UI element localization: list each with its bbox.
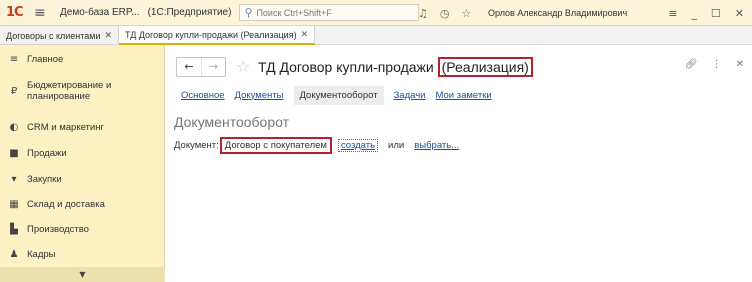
tab-contract-sale[interactable]: ТД Договор купли-продажи (Реализация) ✕ (119, 26, 316, 45)
favorite-star-icon[interactable]: ☆ (236, 57, 250, 77)
create-link[interactable]: создать (337, 138, 379, 152)
document-label: Документ: (174, 139, 219, 151)
document-type-value: Договор с покупателем (219, 136, 332, 154)
sidebar-item-purchases[interactable]: ▾ Закупки (0, 171, 165, 187)
1c-logo: 1С (6, 5, 24, 20)
minimize-icon[interactable]: _ (691, 7, 697, 20)
cart-icon: ▾ (11, 173, 17, 185)
forward-arrow-icon[interactable]: → (201, 58, 225, 76)
close-form-icon[interactable]: ✕ (736, 59, 744, 70)
history-icon[interactable]: ◷ (440, 7, 450, 20)
menu-lines-icon: ≡ (9, 53, 19, 65)
form-subnav: Основное Документы Документооборот Задач… (181, 85, 502, 105)
user-name[interactable]: Орлов Александр Владимирович (488, 0, 627, 26)
document-row: Документ: Договор с покупателем создать … (174, 136, 459, 154)
sidebar-item-warehouse[interactable]: ▦ Склад и доставка (0, 196, 165, 212)
factory-icon: ▙ (10, 223, 18, 235)
tab-label: Договоры с клиентами (6, 30, 101, 41)
sidebar-item-hr[interactable]: ♟ Кадры (0, 246, 165, 262)
link-icon[interactable]: 🔗︎ (685, 59, 698, 70)
subnav-documents[interactable]: Документы (235, 90, 284, 101)
or-text: или (388, 139, 405, 151)
choose-link[interactable]: выбрать... (414, 140, 459, 151)
page-title-highlight: (Реализация) (437, 57, 533, 77)
subnav-docflow[interactable]: Документооборот (293, 85, 384, 105)
search-input[interactable] (256, 7, 407, 18)
tab-contracts-with-clients[interactable]: Договоры с клиентами ✕ (0, 26, 120, 45)
app-subtitle: (1С:Предприятие) (147, 7, 232, 18)
close-tab-icon[interactable]: ✕ (105, 31, 113, 41)
budget-icon: ₽ (10, 85, 18, 97)
section-title: Документооборот (174, 114, 290, 130)
page-title: ТД Договор купли-продажи (Реализация) (258, 57, 533, 77)
close-window-icon[interactable]: ✕ (735, 7, 744, 20)
chevron-down-icon: ▼ (79, 270, 86, 279)
app-title: Демо-база ERP... (60, 7, 140, 18)
subnav-tasks[interactable]: Задачи (394, 90, 426, 101)
open-tabs-bar: Договоры с клиентами ✕ ТД Договор купли-… (0, 26, 752, 45)
sidebar-item-production[interactable]: ▙ Производство (0, 221, 165, 237)
tab-label: ТД Договор купли-продажи (Реализация) (125, 29, 297, 40)
sidebar-item-crm[interactable]: ◐ CRM и маркетинг (0, 119, 165, 135)
page-title-prefix: ТД Договор купли-продажи (258, 59, 434, 75)
close-tab-icon[interactable]: ✕ (301, 30, 309, 40)
hamburger-menu-icon[interactable]: ≡ (34, 5, 50, 21)
warehouse-icon: ▦ (9, 198, 19, 210)
maximize-icon[interactable]: ☐ (711, 7, 721, 20)
subnav-notes[interactable]: Мои заметки (435, 90, 491, 101)
person-icon: ♟ (9, 248, 19, 260)
bell-icon[interactable]: ♫ (418, 7, 428, 20)
subnav-main[interactable]: Основное (181, 90, 225, 101)
global-search[interactable]: ⚲ (239, 4, 420, 21)
bag-icon: ■ (9, 147, 19, 159)
history-navigation: ← → (176, 57, 226, 77)
more-options-icon[interactable]: ⋮ (712, 59, 722, 70)
sidebar: ≡ Главное ₽ Бюджетирование и планировани… (0, 45, 165, 282)
title-bar: 1С ≡ Демо-база ERP... (1С:Предприятие) ⚲… (0, 0, 752, 26)
document-form: ← → ☆ ТД Договор купли-продажи (Реализац… (166, 45, 752, 282)
favorites-star-icon[interactable]: ☆ (461, 7, 471, 20)
sidebar-item-sales[interactable]: ■ Продажи (0, 145, 165, 161)
sidebar-scroll-down[interactable]: ▼ (0, 267, 165, 282)
sidebar-item-main[interactable]: ≡ Главное (0, 51, 165, 67)
crm-icon: ◐ (9, 121, 19, 133)
settings-menu-icon[interactable]: ≡ (668, 7, 677, 20)
back-arrow-icon[interactable]: ← (177, 58, 201, 76)
sidebar-item-budgeting[interactable]: ₽ Бюджетирование и планирование (0, 79, 165, 103)
search-icon: ⚲ (244, 6, 253, 19)
